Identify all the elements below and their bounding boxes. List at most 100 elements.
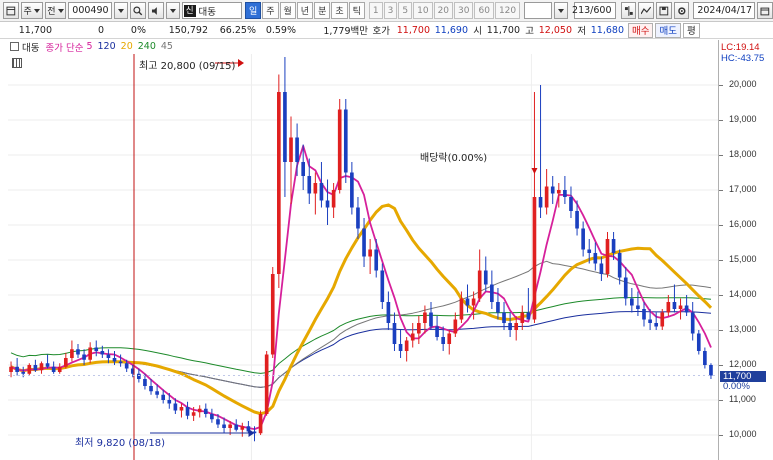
settings-button[interactable]: [673, 2, 690, 19]
period-day-button[interactable]: 일: [244, 2, 262, 19]
candle-body: [587, 249, 592, 253]
hc-label: HC:-43.75: [721, 53, 765, 64]
buy-button[interactable]: 매수: [628, 22, 654, 38]
candle-body: [538, 197, 543, 208]
candle-body: [593, 253, 598, 264]
candle-body: [696, 333, 701, 351]
window-menu-button[interactable]: [3, 2, 19, 19]
code-dropdown-button[interactable]: [114, 2, 129, 19]
price-tick-mark: [719, 85, 723, 86]
candle-body: [617, 253, 622, 278]
period-num-120[interactable]: 120: [494, 2, 521, 19]
sell-button[interactable]: 매도: [655, 22, 681, 38]
sound-dropdown-button[interactable]: [165, 2, 180, 19]
candle-body: [264, 354, 269, 414]
period-num-30[interactable]: 30: [454, 2, 474, 19]
current-price-tag: 11,700 0.00%: [720, 371, 772, 392]
price-change-pct: 0%: [130, 24, 146, 36]
price-tick-label: 11,000: [729, 394, 756, 404]
price-axis[interactable]: 20,000 19,000 18,000 17,000 16,000 15,000 14,0…: [718, 40, 773, 460]
candle-body: [307, 176, 312, 194]
candle-body: [599, 263, 604, 274]
custom-period-input[interactable]: [524, 2, 552, 19]
candle-body: [660, 312, 665, 327]
price-tick-label: 16,000: [729, 219, 757, 229]
crosshair-button[interactable]: [620, 2, 637, 19]
candle-body: [672, 302, 677, 309]
candle-body: [57, 366, 62, 372]
candle-body: [88, 347, 92, 360]
price-chart[interactable]: [0, 40, 773, 460]
candle-body: [544, 186, 549, 208]
candle-body: [520, 312, 525, 323]
candle-body: [94, 347, 99, 351]
candle-body: [149, 386, 153, 392]
chart-options-icon[interactable]: [12, 58, 22, 68]
candle-body: [70, 349, 74, 358]
period-num-60[interactable]: 60: [474, 2, 494, 19]
candle-body: [76, 349, 80, 355]
search-icon: [133, 6, 143, 15]
sound-button[interactable]: [148, 2, 164, 19]
legend-ma-120: 120: [97, 41, 116, 52]
toolbar: 주 전 000490 신 대동 일 주 월 년 분 초 틱 1 3 5 10 2…: [0, 0, 773, 22]
period-second-button[interactable]: 초: [331, 2, 348, 19]
search-button[interactable]: [130, 2, 146, 19]
candle-body: [191, 412, 196, 416]
market-select[interactable]: 전: [44, 2, 67, 19]
period-tick-button[interactable]: 틱: [348, 2, 365, 19]
candle-body: [374, 249, 379, 271]
candle-body: [112, 358, 117, 362]
trend-button[interactable]: [638, 2, 654, 19]
candle-body: [319, 183, 324, 201]
price-tick-mark: [719, 190, 723, 191]
price-tick-label: 10,000: [729, 429, 757, 439]
chevron-down-icon: [557, 8, 564, 13]
low-label: 저: [577, 26, 586, 37]
price-change: 0: [97, 24, 104, 36]
stock-name-field[interactable]: 신 대동: [181, 2, 242, 19]
legend-ma-label: 종가 단순: [45, 42, 84, 54]
chart-type-select[interactable]: 주: [20, 2, 43, 19]
period-num-5[interactable]: 5: [398, 2, 413, 19]
period-num-10[interactable]: 10: [413, 2, 433, 19]
data-count-field[interactable]: 213/600: [572, 2, 616, 19]
candle-body: [222, 424, 226, 428]
custom-period-dropdown[interactable]: [553, 2, 568, 19]
candle-body: [398, 344, 403, 351]
candle-body: [654, 323, 659, 327]
candle-body: [459, 298, 464, 320]
stock-name: 대동: [198, 6, 217, 18]
period-num-20[interactable]: 20: [433, 2, 454, 19]
period-year-button[interactable]: 년: [296, 2, 314, 19]
stock-code-input[interactable]: 000490: [68, 2, 113, 19]
ma-45-line: [10, 260, 712, 388]
candle-body: [161, 394, 166, 400]
period-num-1[interactable]: 1: [368, 2, 383, 19]
candle-body: [313, 183, 318, 194]
date-input[interactable]: 2024/04/17: [693, 2, 756, 19]
legend-box-icon[interactable]: [10, 42, 19, 51]
candle-body: [709, 365, 713, 376]
period-week-button[interactable]: 주: [262, 2, 279, 19]
period-month-button[interactable]: 월: [279, 2, 296, 19]
period-minute-button[interactable]: 분: [314, 2, 331, 19]
candle-body: [258, 414, 263, 434]
candle-body: [124, 363, 129, 369]
save-button[interactable]: [655, 2, 672, 19]
calendar-button[interactable]: [757, 2, 773, 19]
candle-body: [392, 323, 397, 344]
eval-button[interactable]: 평: [682, 22, 700, 38]
candle-body: [563, 190, 567, 197]
candle-body: [21, 372, 26, 374]
legend-stock-name: 대동: [22, 42, 40, 54]
candle-body: [63, 358, 68, 367]
candle-body: [210, 414, 214, 420]
candle-body: [350, 172, 354, 208]
price-tick-mark: [719, 435, 723, 436]
trade-amount: 1,779백만: [323, 26, 368, 37]
period-num-3[interactable]: 3: [383, 2, 398, 19]
candle-body: [404, 340, 409, 351]
price-tick-label: 13,000: [729, 324, 757, 334]
price-tick-label: 12,000: [729, 359, 757, 369]
